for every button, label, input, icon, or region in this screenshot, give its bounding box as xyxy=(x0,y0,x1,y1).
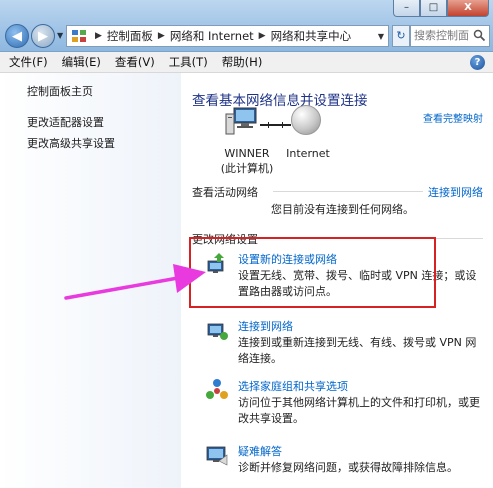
window-controls: – □ X xyxy=(393,0,489,17)
computer-node-label: WINNER (此计算机) xyxy=(219,147,275,176)
homegroup-icon xyxy=(206,379,228,399)
connect-to-network-link[interactable]: 连接到网络 xyxy=(428,184,483,200)
connect-network-icon xyxy=(207,323,228,340)
maximize-button[interactable]: □ xyxy=(420,0,447,17)
computer-name: WINNER xyxy=(224,147,270,160)
minimize-button[interactable]: – xyxy=(393,0,420,17)
task-description: 诊断并修复网络问题，或获得故障排除信息。 xyxy=(238,461,458,474)
breadcrumb-separator-icon: ▶ xyxy=(258,31,266,41)
change-adapter-settings-link[interactable]: 更改适配器设置 xyxy=(27,114,104,130)
breadcrumb-separator-icon: ▶ xyxy=(157,31,165,41)
title-bar: – □ X ◀ ▶ ▼ ▶ 控制面板 ▶ 网络和 Internet ▶ 网络和共… xyxy=(0,0,493,52)
task-description: 访问位于其他网络计算机上的文件和打印机，或更改共享设置。 xyxy=(238,396,480,425)
computer-icon xyxy=(225,107,257,135)
refresh-icon: ↻ xyxy=(396,29,406,42)
change-advanced-sharing-link[interactable]: 更改高级共享设置 xyxy=(27,135,115,151)
back-arrow-icon: ◀ xyxy=(12,28,22,44)
section-divider xyxy=(273,191,423,192)
help-icon[interactable]: ? xyxy=(470,55,485,70)
search-placeholder: 搜索控制面 xyxy=(414,29,469,42)
breadcrumb-separator-icon: ▶ xyxy=(95,31,102,41)
left-pane: 控制面板主页 更改适配器设置 更改高级共享设置 xyxy=(0,73,181,488)
internet-node-label: Internet xyxy=(286,147,330,160)
menu-view[interactable]: 查看(V) xyxy=(108,54,162,70)
highlight-box xyxy=(189,237,436,308)
task-connect-network: 连接到网络 连接到或重新连接到无线、有线、拨号或 VPN 网络连接。 xyxy=(205,318,490,368)
task-troubleshoot: 疑难解答 诊断并修复网络问题，或获得故障排除信息。 xyxy=(205,443,490,483)
menu-tools[interactable]: 工具(T) xyxy=(162,54,215,70)
menu-file[interactable]: 文件(F) xyxy=(0,54,55,70)
homegroup-sharing-link[interactable]: 选择家庭组和共享选项 xyxy=(238,378,348,394)
page-title: 查看基本网络信息并设置连接 xyxy=(192,93,368,109)
close-button[interactable]: X xyxy=(447,0,489,17)
connection-status: 您目前没有连接到任何网络。 xyxy=(271,203,414,216)
menu-bar: 文件(F) 编辑(E) 查看(V) 工具(T) 帮助(H) ? xyxy=(0,52,493,73)
control-panel-home-link[interactable]: 控制面板主页 xyxy=(27,83,93,99)
back-button[interactable]: ◀ xyxy=(5,24,29,48)
forward-button[interactable]: ▶ xyxy=(31,24,55,48)
troubleshoot-icon xyxy=(206,446,228,466)
address-dropdown-icon[interactable]: ▼ xyxy=(374,32,388,41)
active-networks-label: 查看活动网络 xyxy=(192,186,258,199)
breadcrumb-network-sharing-center[interactable]: 网络和共享中心 xyxy=(271,28,352,44)
computer-sub-label: (此计算机) xyxy=(220,162,274,175)
internet-globe-icon xyxy=(291,105,321,135)
menu-help[interactable]: 帮助(H) xyxy=(215,54,270,70)
view-full-map-link[interactable]: 查看完整映射 xyxy=(423,110,483,125)
troubleshoot-link[interactable]: 疑难解答 xyxy=(238,443,282,459)
task-homegroup-sharing: 选择家庭组和共享选项 访问位于其他网络计算机上的文件和打印机，或更改共享设置。 xyxy=(205,378,490,433)
breadcrumb-control-panel[interactable]: 控制面板 xyxy=(107,28,153,44)
connection-line xyxy=(260,122,291,128)
forward-arrow-icon: ▶ xyxy=(38,28,48,44)
task-description: 连接到或重新连接到无线、有线、拨号或 VPN 网络连接。 xyxy=(238,336,477,365)
connect-to-network-task-link[interactable]: 连接到网络 xyxy=(238,318,293,334)
breadcrumb-network-internet[interactable]: 网络和 Internet xyxy=(170,28,254,44)
search-icon xyxy=(473,29,486,42)
refresh-button[interactable]: ↻ xyxy=(392,25,410,47)
recent-pages-dropdown-icon[interactable]: ▼ xyxy=(57,31,63,40)
search-input[interactable]: 搜索控制面 xyxy=(410,25,490,47)
menu-edit[interactable]: 编辑(E) xyxy=(55,54,108,70)
control-panel-icon xyxy=(71,28,87,44)
address-bar[interactable]: ▶ 控制面板 ▶ 网络和 Internet ▶ 网络和共享中心 ▼ xyxy=(66,25,389,47)
